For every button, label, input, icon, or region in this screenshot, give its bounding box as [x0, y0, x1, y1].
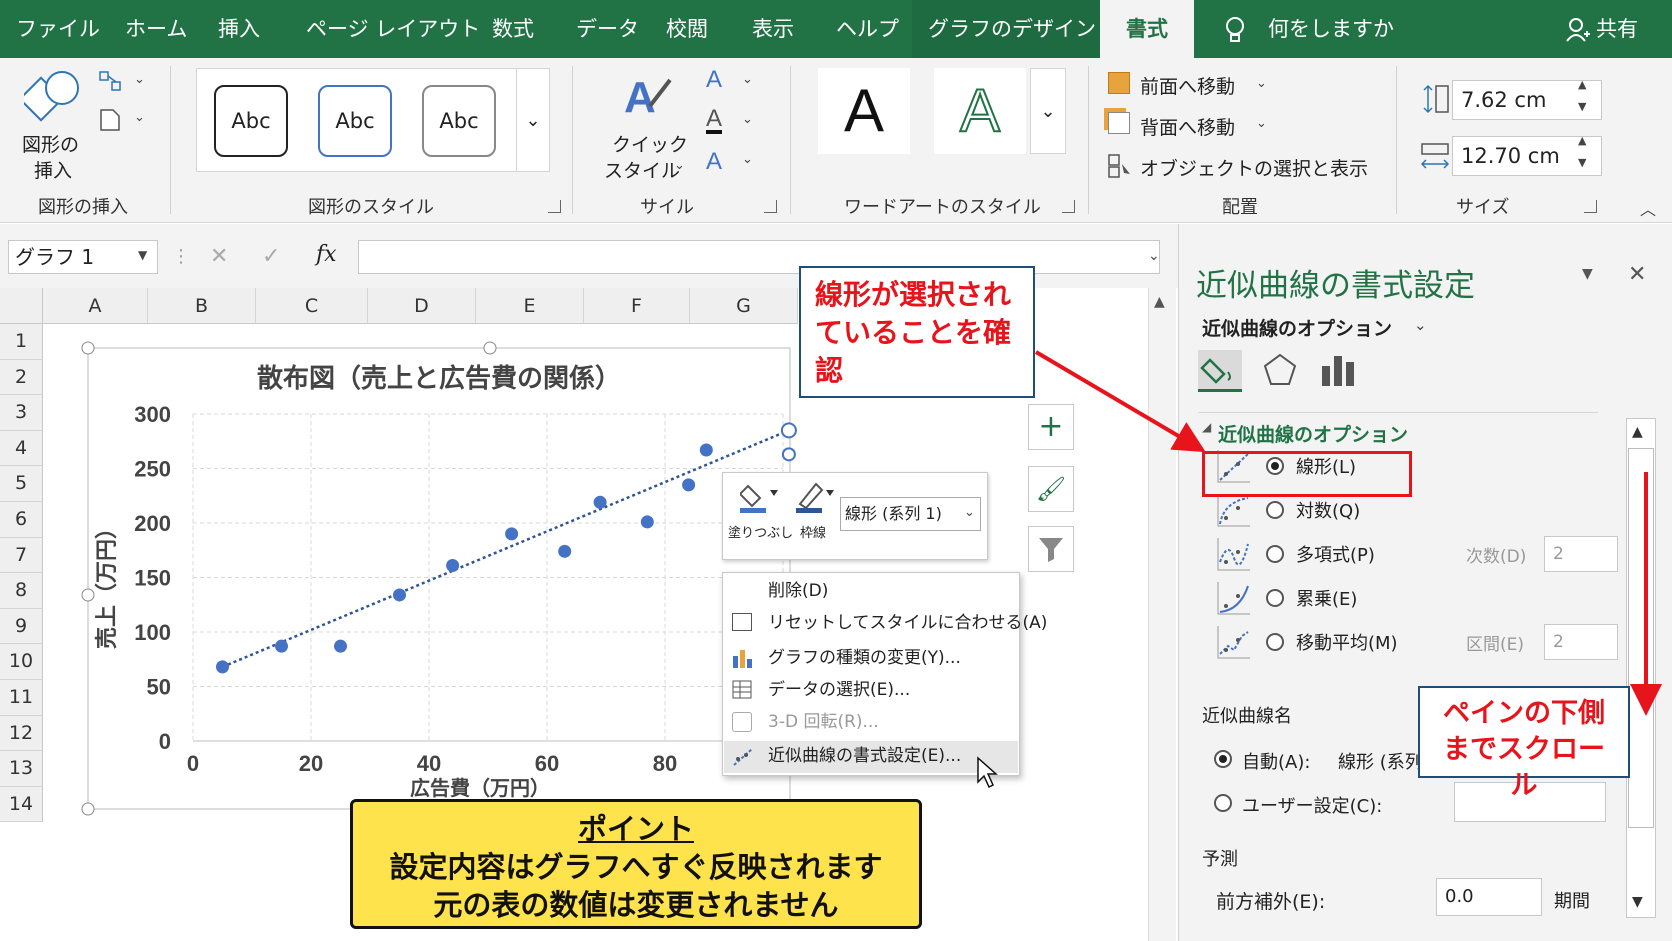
y-tick-label: 100 — [134, 620, 171, 645]
moving-average-radio[interactable] — [1266, 633, 1284, 651]
context-menu-select-data[interactable]: データの選択(E)... — [768, 675, 1048, 705]
trendline-format-icon — [732, 745, 754, 767]
y-tick-label: 300 — [134, 402, 171, 427]
reset-style-icon — [732, 613, 752, 631]
forward-label: 前方補外(E): — [1216, 891, 1326, 913]
context-menu-reset-style[interactable]: リセットしてスタイルに合わせる(A) — [768, 608, 1048, 638]
chart-filters-button[interactable] — [1028, 526, 1074, 572]
pen-outline-icon[interactable] — [796, 480, 836, 514]
custom-name-radio[interactable] — [1214, 794, 1232, 812]
moving-average-trendline-icon — [1216, 624, 1252, 660]
chart-styles-button[interactable]: 🖌 — [1028, 466, 1074, 512]
y-tick-label: 250 — [134, 457, 171, 482]
pane-options-icon[interactable]: ▼ — [1582, 266, 1593, 282]
y-tick-label: 0 — [159, 729, 171, 754]
close-icon[interactable]: ✕ — [1628, 262, 1646, 287]
fill-label: 塗りつぶし — [728, 526, 794, 541]
chart-y-axis-title[interactable]: 売上（万円） — [89, 483, 121, 683]
paint-bucket-icon[interactable] — [738, 480, 780, 514]
moving-average-label: 移動平均(M) — [1296, 633, 1398, 654]
series-select-dropdown[interactable]: 線形 (系列 1) — [840, 497, 981, 531]
moving-average-param-label: 区間(E) — [1466, 635, 1525, 655]
section-trendline-options[interactable]: 近似曲線のオプション — [1218, 420, 1408, 447]
linear-highlight-box — [1202, 451, 1412, 497]
trendline-options-tab-icon[interactable] — [1320, 352, 1356, 388]
auto-name-radio[interactable] — [1214, 750, 1232, 768]
custom-name-label: ユーザー設定(C): — [1242, 796, 1383, 817]
y-tick-label: 200 — [134, 511, 171, 536]
pane-scroll-thumb[interactable] — [1628, 448, 1654, 828]
trendline-handle — [780, 422, 797, 439]
data-point — [505, 527, 519, 541]
point-line-2: 元の表の数値は変更されません — [433, 888, 839, 922]
mouse-cursor-icon — [976, 756, 1000, 790]
chevron-down-icon[interactable]: ⌄ — [964, 505, 975, 520]
period-label: 期間 — [1554, 891, 1590, 912]
scroll-down-icon[interactable]: ▼ — [1632, 894, 1643, 910]
context-menu-3d-rotation: 3-D 回転(R)... — [768, 712, 879, 732]
data-point — [216, 660, 229, 674]
point-title: ポイント — [577, 812, 694, 846]
logarithmic-trendline-icon — [1216, 492, 1252, 528]
series-select-value: 線形 (系列 1) — [845, 504, 942, 523]
chart-x-axis-title[interactable]: 広告費（万円） — [380, 772, 580, 801]
effects-tab-icon[interactable] — [1262, 352, 1298, 388]
chart-elements-button[interactable]: + — [1028, 404, 1074, 450]
data-point — [593, 495, 607, 509]
y-tick-label: 50 — [147, 675, 171, 700]
fill-line-tab-icon[interactable] — [1198, 350, 1242, 392]
bar-chart-icon — [732, 648, 754, 668]
point-box: ポイント 設定内容はグラフへすぐ反映されます 元の表の数値は変更されません — [350, 799, 922, 929]
trendline-handle — [781, 447, 796, 462]
polynomial-label: 多項式(P) — [1296, 545, 1375, 566]
outline-label: 枠線 — [800, 526, 827, 541]
forecast-section: 予測 — [1202, 849, 1238, 870]
data-point — [699, 443, 713, 457]
moving-average-param-input[interactable]: 2 — [1544, 624, 1618, 660]
polynomial-trendline-icon — [1216, 536, 1252, 572]
chevron-down-icon[interactable]: ⌄ — [1414, 316, 1427, 334]
callout-linear-selected: 線形が選択されていることを確認 — [799, 266, 1035, 398]
scroll-up-icon[interactable]: ▲ — [1632, 424, 1643, 440]
trendline-name-section: 近似曲線名 — [1202, 706, 1292, 727]
polynomial-radio[interactable] — [1266, 545, 1284, 563]
logarithmic-radio[interactable] — [1266, 501, 1284, 519]
pane-divider — [1198, 412, 1598, 413]
power-trendline-icon — [1216, 580, 1252, 616]
pane-subtitle[interactable]: 近似曲線のオプション — [1202, 314, 1392, 341]
data-point — [275, 639, 288, 653]
callout-scroll-down: ペインの下側までスクロール — [1418, 686, 1630, 801]
data-point — [682, 478, 696, 492]
polynomial-param-label: 次数(D) — [1466, 547, 1527, 567]
3d-rotation-icon — [732, 712, 752, 732]
select-data-icon — [732, 680, 754, 700]
collapse-triangle-icon[interactable]: ◢ — [1202, 420, 1211, 434]
data-point — [558, 544, 572, 558]
context-menu-delete[interactable]: 削除(D) — [768, 576, 1048, 606]
auto-name-value: 線形 (系列 — [1338, 752, 1423, 773]
x-tick-label: 20 — [299, 751, 323, 776]
point-line-1: 設定内容はグラフへすぐ反映されます — [389, 850, 883, 884]
pane-title: 近似曲線の書式設定 — [1196, 268, 1475, 304]
auto-name-label: 自動(A): — [1242, 752, 1311, 773]
y-tick-label: 150 — [134, 566, 171, 591]
data-point — [393, 588, 406, 602]
context-menu-format-trendline[interactable]: 近似曲線の書式設定(E)... — [768, 741, 1048, 771]
logarithmic-label: 対数(Q) — [1296, 501, 1361, 522]
forward-input[interactable]: 0.0 — [1436, 878, 1542, 916]
power-label: 累乗(E) — [1296, 589, 1358, 610]
polynomial-param-input[interactable]: 2 — [1544, 536, 1618, 572]
x-tick-label: 0 — [187, 751, 199, 776]
data-point — [640, 515, 654, 529]
data-point — [334, 639, 347, 653]
chart-title[interactable]: 散布図（売上と広告費の関係） — [88, 358, 790, 395]
power-radio[interactable] — [1266, 589, 1284, 607]
forward-value: 0.0 — [1445, 886, 1474, 907]
context-menu-change-chart-type[interactable]: グラフの種類の変更(Y)... — [768, 643, 1048, 673]
data-point — [446, 559, 460, 573]
x-tick-label: 80 — [653, 751, 677, 776]
